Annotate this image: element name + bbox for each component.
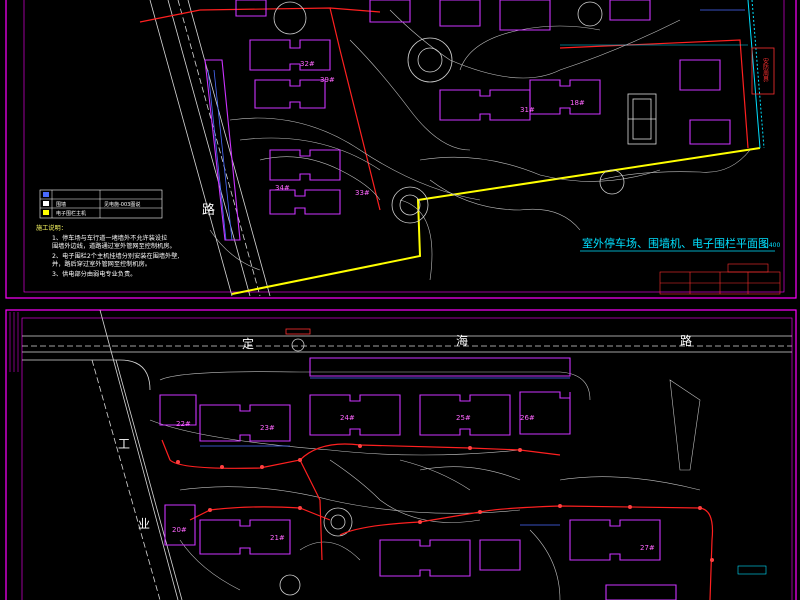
road-char: 业 (138, 517, 150, 531)
parking-bottom (200, 377, 570, 526)
electronic-fence (139, 7, 749, 211)
building-label: 33# (355, 189, 370, 197)
notes-line: 1、停车场与车行道一堵墙外不允许装设拉 (52, 234, 167, 242)
building-label: 39# (320, 76, 335, 84)
building-label: 22# (176, 420, 191, 428)
notes-line: 围墙外边线，道路通过室外管网至控制机房。 (52, 242, 176, 250)
building-label: 24# (340, 414, 355, 422)
building-label: 34# (275, 184, 290, 192)
fence-nodes (176, 444, 714, 562)
building-label: 25# (456, 414, 471, 422)
legend-table: 围墙 见电施-003图说 电子围栏主机 (39, 189, 163, 219)
road-name-chars: 定 海 路 工 业 (118, 333, 692, 531)
drawing-scale: 1:400 (763, 242, 780, 249)
sheet-bottom: 定 海 路 工 业 22# 23# 24# 25# 26# 20# 21# 27… (5, 309, 797, 600)
notes-title: 施工说明： (36, 224, 67, 232)
building-label: 18# (570, 99, 585, 107)
notes-line: 3、供电部分由弱电专业负责。 (52, 270, 136, 278)
building-label: 23# (260, 424, 275, 432)
road-char: 路 (680, 333, 692, 348)
legend-row-text: 围墙 (56, 201, 66, 208)
construction-notes: 施工说明： 1、停车场与车行道一堵墙外不允许装设拉 围墙外边线，道路通过室外管网… (36, 224, 179, 278)
tennis-court (627, 93, 657, 145)
legend-row-text: 电子围栏主机 (56, 210, 86, 217)
cad-drawing: 39# 34# 18# 33# 32# 31# 路 围墙 见电施-003图说 电… (5, 0, 797, 600)
parking-top (207, 9, 745, 241)
drawing-title-block: 室外停车场、围墙机、电子围栏平面图 1:400 (580, 236, 780, 252)
road-char: 定 (242, 336, 254, 351)
notes-line: 2、电子围栏2个主机挂墙分别安装在围墙外壁, (52, 252, 179, 260)
left-margin-hatch (9, 312, 19, 372)
sheet-bottom-inner-frame (21, 317, 793, 600)
annotation-box (737, 565, 767, 575)
building-label: 32# (300, 60, 315, 68)
main-road (149, 0, 271, 297)
building-label: 31# (520, 106, 535, 114)
sheet-top: 39# 34# 18# 33# 32# 31# 路 围墙 见电施-003图说 电… (5, 0, 797, 299)
landscape-lines-bottom (149, 371, 701, 600)
side-stamp-text: 安防周界 (762, 57, 769, 83)
gate-marker (285, 328, 311, 335)
roundabouts-bottom (279, 338, 353, 596)
title-block (659, 263, 781, 295)
notes-line: 并，路后穿过室外管网至控制机房。 (52, 260, 151, 268)
building-label: 21# (270, 534, 285, 542)
building-label: 26# (520, 414, 535, 422)
building-label: 20# (172, 526, 187, 534)
building-label: 27# (640, 544, 655, 552)
legend-row-extra: 见电施-003图说 (104, 201, 140, 208)
road-dinghai (22, 335, 792, 391)
road-name-char: 路 (202, 202, 215, 218)
drawing-title: 室外停车场、围墙机、电子围栏平面图 (582, 236, 769, 250)
buildings-bottom (159, 357, 677, 600)
road-char: 工 (118, 437, 130, 451)
road-char: 海 (456, 333, 468, 348)
